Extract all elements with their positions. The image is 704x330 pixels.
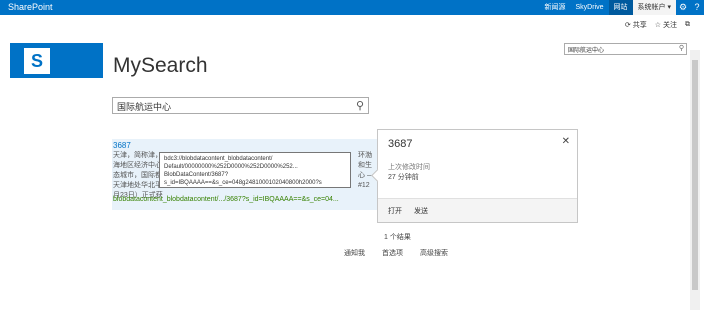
top-nav: 新闻源 SkyDrive 网站 系统帐户 ▾ ⚙ ? bbox=[540, 0, 704, 15]
site-title[interactable]: MySearch bbox=[113, 54, 208, 78]
site-search-box[interactable]: 国际航运中心 ⚲ bbox=[564, 43, 687, 55]
search-icon[interactable]: ⚲ bbox=[679, 44, 684, 52]
snippet-tail-line: 和生 bbox=[358, 162, 372, 169]
tooltip-line: bdc3://blobdatacontent_blobdatacontent/ bbox=[164, 156, 273, 162]
star-icon: ☆ bbox=[654, 22, 661, 29]
scrollbar[interactable] bbox=[690, 50, 700, 310]
follow-button[interactable]: ☆ 关注 bbox=[655, 20, 677, 30]
focus-icon[interactable]: ⧉ bbox=[685, 20, 690, 30]
tooltip-line: BlobDataContent/3687? bbox=[164, 172, 229, 178]
gear-icon[interactable]: ⚙ bbox=[676, 0, 690, 15]
search-icon[interactable]: ⚲ bbox=[356, 99, 364, 112]
user-menu[interactable]: 系统帐户 ▾ bbox=[632, 0, 676, 15]
modified-value: 27 分钟前 bbox=[388, 174, 419, 181]
site-search-input[interactable]: 国际航运中心 bbox=[568, 48, 604, 54]
search-input[interactable]: 国际航运中心 bbox=[117, 102, 171, 112]
result-url[interactable]: blobdatacontent_blobdatacontent/.../3687… bbox=[113, 196, 339, 203]
modified-label: 上次修改时间 bbox=[388, 164, 430, 171]
scrollbar-thumb[interactable] bbox=[692, 60, 698, 290]
snippet-tail-line: #12 bbox=[358, 182, 370, 189]
alert-me-link[interactable]: 通知我 bbox=[344, 248, 365, 258]
send-button[interactable]: 发送 bbox=[414, 206, 428, 216]
topnav-newsfeed[interactable]: 新闻源 bbox=[540, 0, 571, 15]
tooltip-line: s_id=IBQAAAA==&s_ce=048g2481000102040800… bbox=[164, 180, 322, 186]
result-count: 1 个结果 bbox=[384, 234, 411, 241]
open-button[interactable]: 打开 bbox=[388, 206, 402, 216]
advanced-search-link[interactable]: 高级搜索 bbox=[420, 248, 448, 258]
site-logo[interactable]: S bbox=[10, 43, 103, 78]
suite-bar: SharePoint 新闻源 SkyDrive 网站 系统帐户 ▾ ⚙ ? bbox=[0, 0, 704, 15]
result-title[interactable]: 3687 bbox=[113, 141, 131, 150]
topnav-skydrive[interactable]: SkyDrive bbox=[571, 0, 609, 15]
help-icon[interactable]: ? bbox=[690, 0, 704, 15]
result-hover-panel: 3687 ✕ 上次修改时间 27 分钟前 打开 发送 bbox=[371, 129, 578, 223]
sharepoint-logo-icon: S bbox=[24, 48, 50, 74]
close-icon[interactable]: ✕ bbox=[562, 136, 570, 147]
topnav-sites[interactable]: 网站 bbox=[608, 0, 633, 15]
snippet-tail-line: 环渤 bbox=[358, 152, 372, 159]
url-tooltip: bdc3://blobdatacontent_blobdatacontent/ … bbox=[159, 152, 351, 188]
page-actions: ⟳ 共享 ☆ 关注 ⧉ bbox=[625, 20, 690, 30]
hover-title: 3687 bbox=[388, 138, 413, 150]
main-search-box[interactable]: 国际航运中心 ⚲ bbox=[112, 97, 369, 114]
share-icon: ⟳ bbox=[624, 22, 631, 29]
result-snippet-tail: 环渤 和生 心 — #12 bbox=[358, 151, 374, 191]
preferences-link[interactable]: 首选项 bbox=[382, 248, 403, 258]
share-button[interactable]: ⟳ 共享 bbox=[625, 20, 647, 30]
sharepoint-brand[interactable]: SharePoint bbox=[8, 2, 53, 12]
tooltip-line: Default/00000000%252D0000%252D0000%252..… bbox=[164, 164, 298, 170]
hover-actions: 打开 发送 bbox=[378, 198, 577, 222]
